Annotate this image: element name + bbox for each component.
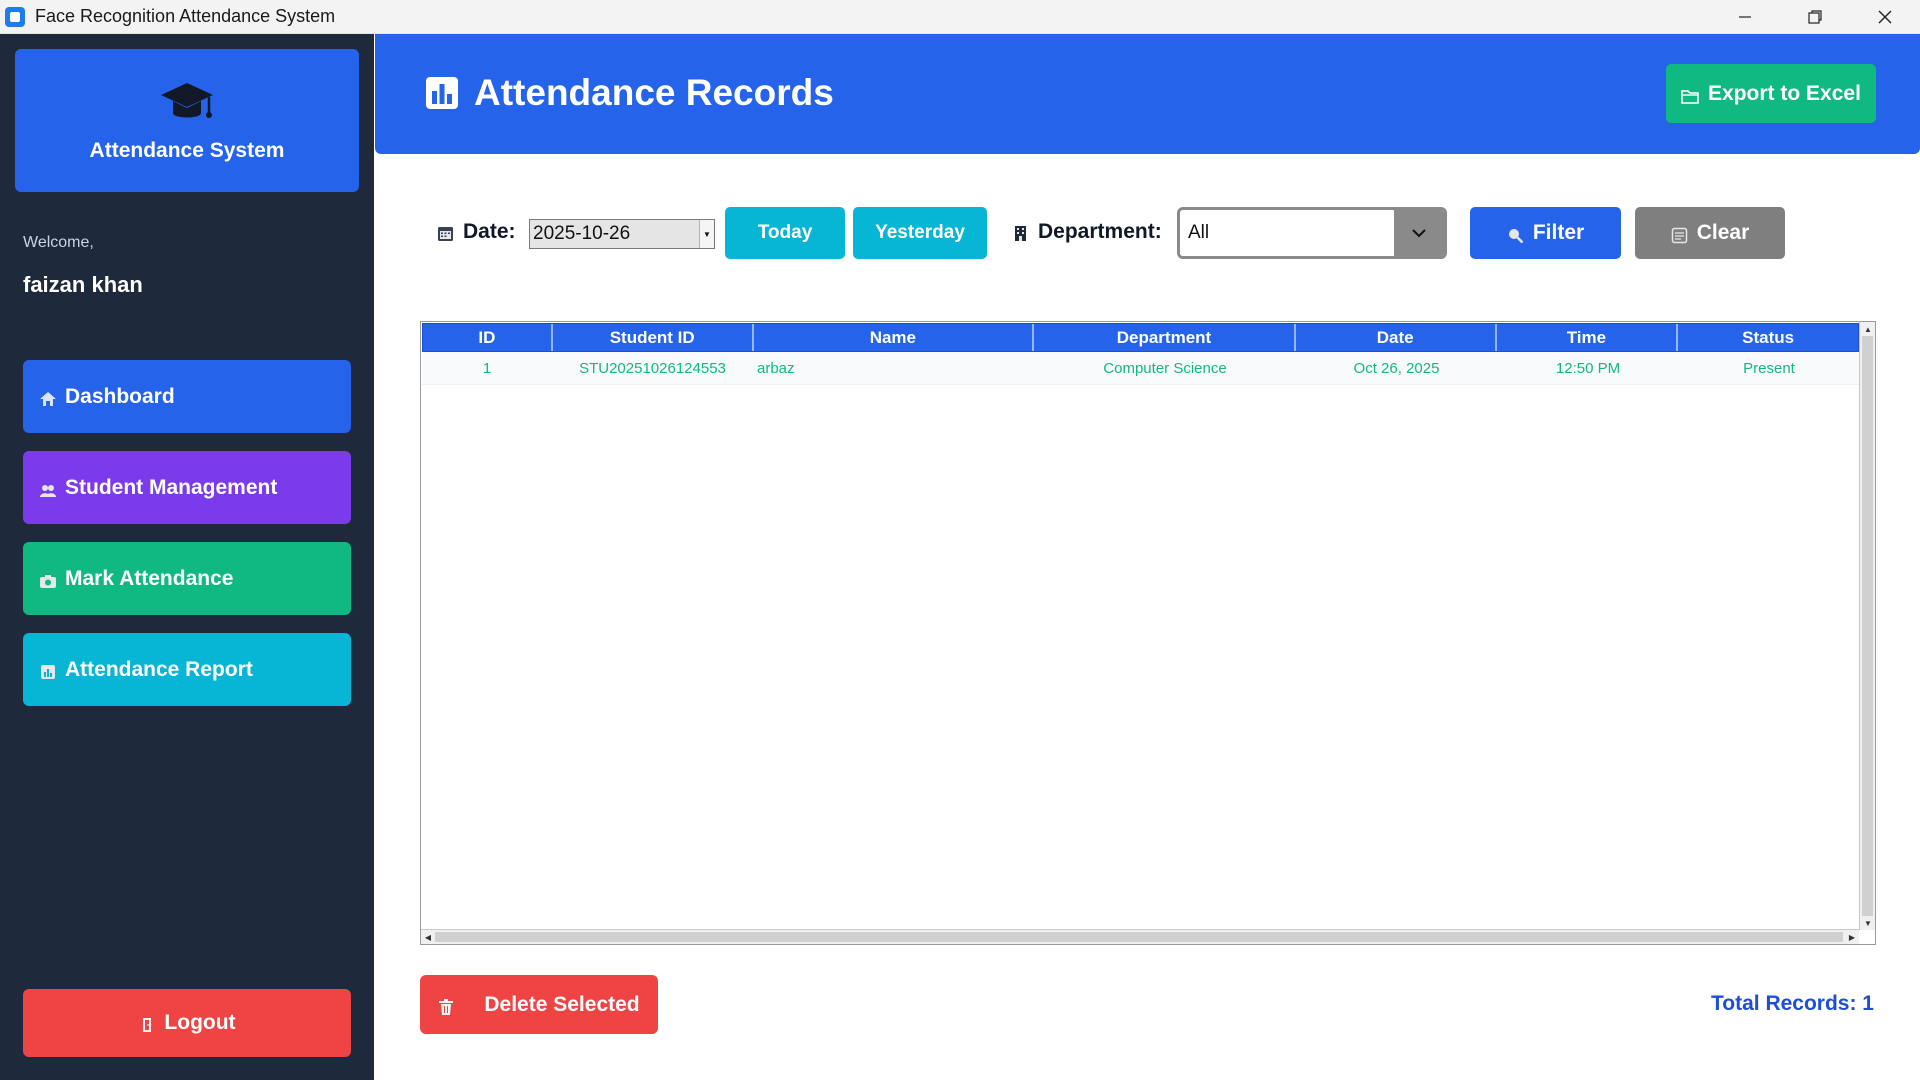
calendar-icon <box>438 227 453 241</box>
nav-mark-attendance-button[interactable]: Mark Attendance <box>23 542 351 615</box>
search-icon <box>1508 228 1524 243</box>
table-row[interactable]: 1 STU20251026124553 arbaz Computer Scien… <box>422 352 1859 385</box>
logout-label: Logout <box>164 1011 236 1034</box>
vertical-scrollbar[interactable]: ▲ ▼ <box>1859 322 1875 930</box>
scroll-left-icon[interactable]: ◀ <box>421 930 435 944</box>
folder-icon <box>1681 89 1699 104</box>
home-icon <box>40 391 56 406</box>
window-title: Face Recognition Attendance System <box>35 6 336 26</box>
date-value: 2025-10-26 <box>533 223 631 244</box>
total-records: Total Records: 1 <box>1711 992 1874 1015</box>
table-body-area: ID Student ID Name Department Date Time … <box>422 323 1859 930</box>
date-picker[interactable]: 2025-10-26 ▼ <box>529 219 715 249</box>
delete-label: Delete Selected <box>484 992 640 1016</box>
column-header-student-id[interactable]: Student ID <box>552 324 754 351</box>
department-filter-label: Department: <box>1012 220 1162 244</box>
camera-icon <box>40 574 56 588</box>
logout-button[interactable]: Logout <box>23 989 351 1057</box>
username: faizan khan <box>23 272 143 297</box>
nav-dashboard-button[interactable]: Dashboard <box>23 360 351 433</box>
cell-name: arbaz <box>757 359 795 377</box>
nav-student-management-button[interactable]: Student Management <box>23 451 351 524</box>
column-header-date[interactable]: Date <box>1295 324 1497 351</box>
export-to-excel-button[interactable]: Export to Excel <box>1666 64 1876 123</box>
department-label-text: Department: <box>1038 220 1162 243</box>
close-button[interactable] <box>1850 0 1920 34</box>
cell-department: Computer Science <box>1103 359 1227 377</box>
bar-chart-icon <box>426 77 458 109</box>
scroll-down-icon[interactable]: ▼ <box>1860 916 1876 930</box>
department-select[interactable]: All <box>1177 207 1447 259</box>
nav-mark-attendance-label: Mark Attendance <box>65 566 234 590</box>
filter-button[interactable]: Filter <box>1470 207 1621 259</box>
delete-selected-button[interactable]: Delete Selected <box>420 975 658 1034</box>
close-icon <box>1878 10 1892 24</box>
today-button[interactable]: Today <box>725 207 845 259</box>
nav-dashboard-label: Dashboard <box>65 384 175 408</box>
door-icon <box>143 1018 152 1032</box>
report-icon <box>41 664 55 679</box>
nav-attendance-report-label: Attendance Report <box>65 657 253 681</box>
filter-label: Filter <box>1532 221 1585 244</box>
page-title: Attendance Records <box>474 72 834 113</box>
building-icon <box>1015 226 1026 241</box>
column-header-department[interactable]: Department <box>1034 324 1296 351</box>
cell-id: 1 <box>482 359 492 377</box>
sidebar: Attendance System Welcome, faizan khan D… <box>0 34 374 1080</box>
vertical-scroll-thumb[interactable] <box>1862 336 1873 916</box>
column-header-id[interactable]: ID <box>423 324 553 351</box>
graduation-cap-icon <box>161 83 213 118</box>
clear-icon <box>1671 227 1687 243</box>
column-header-name[interactable]: Name <box>753 324 1035 351</box>
restore-button[interactable] <box>1780 0 1850 34</box>
column-header-time[interactable]: Time <box>1496 324 1679 351</box>
cell-student-id: STU20251026124553 <box>579 359 726 377</box>
cell-time: 12:50 PM <box>1555 359 1621 377</box>
nav-attendance-report-button[interactable]: Attendance Report <box>23 633 351 706</box>
chevron-down-icon[interactable] <box>1394 210 1444 256</box>
window-controls <box>1710 0 1920 34</box>
trash-icon <box>439 998 454 1015</box>
page-header: Attendance Records Export to Excel <box>375 34 1920 154</box>
clear-button[interactable]: Clear <box>1635 207 1785 259</box>
minimize-icon <box>1739 16 1751 18</box>
date-filter-label: Date: <box>437 220 516 244</box>
restore-icon <box>1808 10 1822 24</box>
users-icon <box>40 484 56 497</box>
cell-status: Present <box>1743 359 1795 377</box>
cell-date: Oct 26, 2025 <box>1353 359 1440 377</box>
horizontal-scrollbar[interactable]: ◀ ▶ <box>421 929 1859 944</box>
yesterday-button[interactable]: Yesterday <box>853 207 987 259</box>
chevron-down-icon[interactable]: ▼ <box>699 220 714 248</box>
clear-label: Clear <box>1696 221 1750 244</box>
scroll-up-icon[interactable]: ▲ <box>1860 322 1876 336</box>
department-value: All <box>1180 210 1394 256</box>
table-header: ID Student ID Name Department Date Time … <box>422 323 1859 352</box>
date-label-text: Date: <box>463 220 516 243</box>
horizontal-scroll-thumb[interactable] <box>435 932 1843 942</box>
scroll-right-icon[interactable]: ▶ <box>1845 930 1859 944</box>
nav-student-management-label: Student Management <box>65 475 278 499</box>
column-header-status[interactable]: Status <box>1678 324 1859 351</box>
welcome-text: Welcome, <box>23 234 94 251</box>
app-icon <box>5 6 25 27</box>
attendance-table: ID Student ID Name Department Date Time … <box>420 321 1876 945</box>
export-label: Export to Excel <box>1708 81 1861 105</box>
brand-name: Attendance System <box>89 139 285 162</box>
minimize-button[interactable] <box>1710 0 1780 34</box>
logo-card: Attendance System <box>15 49 359 192</box>
window-titlebar: Face Recognition Attendance System <box>0 0 1920 34</box>
